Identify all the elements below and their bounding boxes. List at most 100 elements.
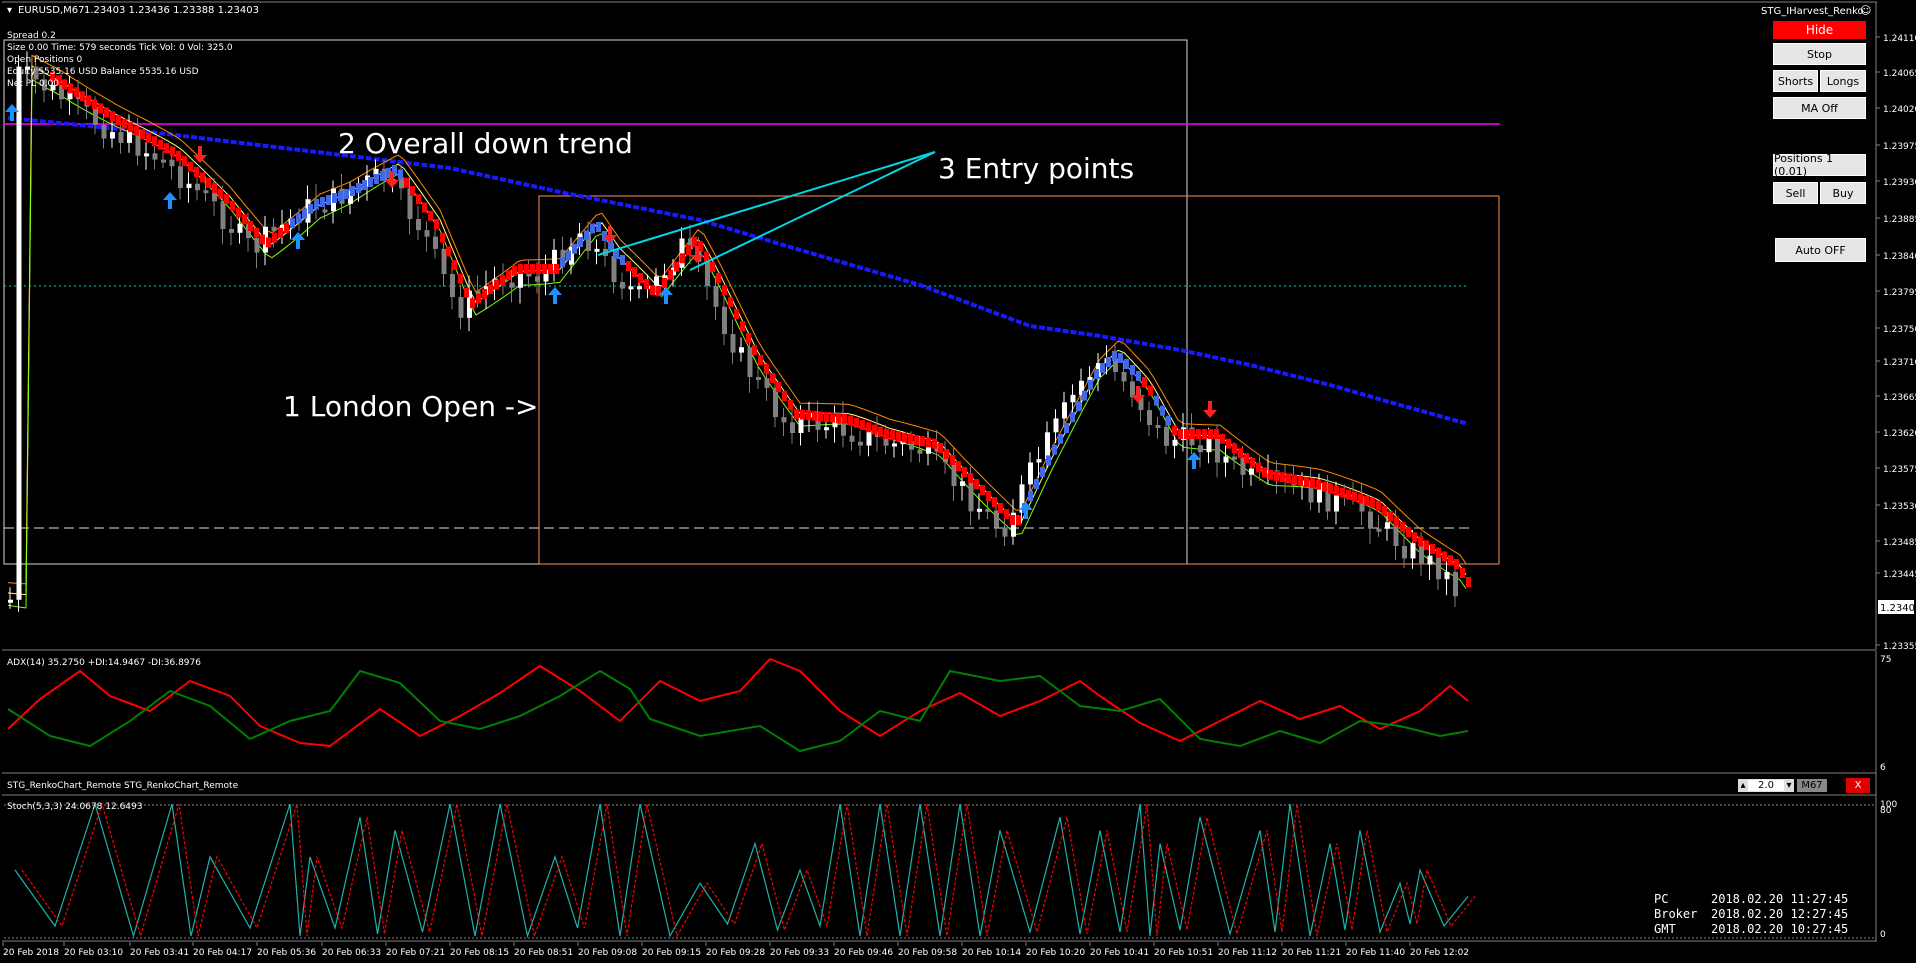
renko-dot-up bbox=[1106, 357, 1111, 367]
sell-arrow-icon bbox=[1203, 401, 1217, 418]
time-tick-label: 20 Feb 11:12 bbox=[1218, 948, 1277, 958]
renko-dot-down bbox=[194, 167, 199, 177]
ma-orange bbox=[7, 54, 1467, 585]
candle bbox=[458, 296, 464, 318]
hide-button[interactable]: Hide bbox=[1773, 21, 1866, 39]
candle bbox=[110, 132, 115, 139]
session-box-grey[interactable] bbox=[3, 39, 1188, 565]
time-tick-label: 20 Feb 03:10 bbox=[64, 948, 123, 958]
renko-dot-down bbox=[176, 150, 181, 161]
adx-lines bbox=[7, 657, 1469, 753]
main-chart-pane[interactable]: 1.24110 1.24065 1.24020 1.23975 1.23930 1.238… bbox=[0, 0, 1916, 651]
renko-dot-down bbox=[1220, 433, 1225, 444]
adx-scale-bottom: 6 bbox=[1880, 763, 1886, 773]
renko-dot-down bbox=[482, 288, 487, 299]
time-tick-label: 20 Feb 10:20 bbox=[1026, 948, 1085, 958]
renko-dot-down bbox=[1412, 532, 1417, 543]
close-remote-button[interactable]: X bbox=[1846, 778, 1870, 793]
renko-dot-up bbox=[620, 255, 625, 265]
candle bbox=[1427, 555, 1433, 565]
buy-arrow-icon bbox=[163, 192, 177, 209]
stochastic-pane[interactable]: Stoch(5,3,3) 24.0678 12.6493 100 80 0 PC… bbox=[0, 796, 1916, 942]
candle bbox=[152, 153, 158, 160]
box-size-value[interactable]: 2.0 bbox=[1748, 780, 1784, 791]
renko-dot-down bbox=[848, 415, 853, 426]
info-size-time: Size 0.00 Time: 579 seconds Tick Vol: 0 … bbox=[7, 43, 233, 53]
renko-dot-down bbox=[866, 422, 871, 433]
candle bbox=[178, 166, 183, 189]
price-tick-label: 1.24065 bbox=[1883, 69, 1916, 79]
candle bbox=[1436, 555, 1441, 580]
renko-dot-down bbox=[986, 491, 991, 501]
renko-dot-up bbox=[374, 174, 379, 184]
buy-button[interactable]: Buy bbox=[1820, 182, 1866, 204]
renko-dot-up bbox=[362, 180, 367, 190]
renko-dot-down bbox=[782, 391, 787, 401]
stochastic-chart[interactable]: Stoch(5,3,3) 24.0678 12.6493 100 80 0 PC… bbox=[0, 796, 1916, 942]
candle bbox=[1062, 402, 1067, 419]
price-chart[interactable]: 1.24110 1.24065 1.24020 1.23975 1.23930 1.238… bbox=[0, 0, 1916, 651]
renko-dot-down bbox=[422, 202, 427, 213]
time-tick-label: 20 Feb 09:33 bbox=[770, 948, 829, 958]
renko-dot-up bbox=[1124, 359, 1129, 369]
candle bbox=[1223, 456, 1229, 463]
renko-dot-up bbox=[1052, 444, 1057, 455]
candle bbox=[1070, 394, 1076, 403]
candle bbox=[441, 248, 447, 275]
renko-dot-down bbox=[74, 87, 79, 98]
renko-dot-up bbox=[1136, 371, 1141, 381]
price-tick-label: 1.23355 bbox=[1883, 642, 1916, 651]
renko-dot-up bbox=[566, 250, 571, 261]
price-tick-label: 1.24020 bbox=[1883, 105, 1916, 115]
renko-dot-down bbox=[1370, 497, 1375, 508]
renko-dot-down bbox=[1268, 469, 1273, 480]
price-tick-label: 1.23665 bbox=[1883, 393, 1916, 403]
candle bbox=[1232, 456, 1237, 460]
renko-dot-down bbox=[716, 273, 721, 283]
renko-dot-down bbox=[116, 115, 121, 126]
renko-dot-down bbox=[704, 251, 709, 262]
renko-trend-dots bbox=[50, 72, 1471, 587]
renko-dot-down bbox=[680, 253, 685, 264]
renko-dot-down bbox=[1382, 506, 1387, 516]
adx-chart[interactable]: ADX(14) 35.2750 +DI:14.9467 -DI:36.8976 … bbox=[0, 651, 1916, 774]
shorts-button[interactable]: Shorts bbox=[1773, 70, 1818, 92]
box-size-spinner[interactable]: ▴ 2.0 ▾ bbox=[1738, 779, 1794, 792]
longs-button[interactable]: Longs bbox=[1820, 70, 1866, 92]
adx-indicator-pane[interactable]: ADX(14) 35.2750 +DI:14.9467 -DI:36.8976 … bbox=[0, 651, 1916, 774]
candle bbox=[620, 282, 625, 289]
renko-dot-down bbox=[518, 264, 523, 274]
renko-dot-down bbox=[644, 279, 649, 289]
renko-dot-down bbox=[890, 430, 895, 441]
ma-toggle-button[interactable]: MA Off bbox=[1773, 97, 1866, 119]
spinner-up-icon[interactable]: ▴ bbox=[1738, 780, 1748, 791]
dropdown-triangle-icon[interactable]: ▾ bbox=[7, 5, 12, 16]
adx-plus-di-line bbox=[7, 669, 1469, 753]
time-axis-labels: 20 Feb 2018 20 Feb 03:10 20 Feb 03:41 20 Fe… bbox=[2, 942, 1469, 958]
renko-dot-down bbox=[1250, 457, 1255, 468]
positions-button[interactable]: Positions 1 (0.01) bbox=[1773, 152, 1866, 178]
candle bbox=[977, 508, 982, 512]
candle bbox=[798, 417, 804, 434]
renko-dot-down bbox=[1256, 462, 1261, 473]
candle bbox=[475, 290, 481, 295]
auto-toggle-button[interactable]: Auto OFF bbox=[1775, 238, 1866, 262]
candle bbox=[1002, 527, 1008, 537]
sell-button[interactable]: Sell bbox=[1773, 182, 1818, 204]
renko-dot-down bbox=[962, 467, 967, 477]
timeframe-button[interactable]: M67 bbox=[1797, 779, 1827, 792]
renko-dot-down bbox=[1232, 443, 1237, 454]
info-open-positions: Open Positions 0 bbox=[7, 55, 82, 65]
renko-dot-up bbox=[1094, 369, 1099, 379]
time-tick-label: 20 Feb 09:15 bbox=[642, 948, 701, 958]
renko-dot-down bbox=[824, 412, 829, 422]
time-tick-label: 20 Feb 05:36 bbox=[257, 948, 316, 958]
stop-button[interactable]: Stop bbox=[1773, 43, 1866, 65]
time-tick-label: 20 Feb 07:21 bbox=[386, 948, 445, 958]
spinner-down-icon[interactable]: ▾ bbox=[1784, 780, 1794, 791]
info-equity: Equity 5535.16 USD Balance 5535.16 USD bbox=[7, 67, 199, 77]
renko-dot-up bbox=[296, 213, 301, 224]
candle bbox=[594, 248, 600, 252]
renko-dot-up bbox=[590, 223, 595, 234]
renko-dot-down bbox=[494, 279, 499, 290]
